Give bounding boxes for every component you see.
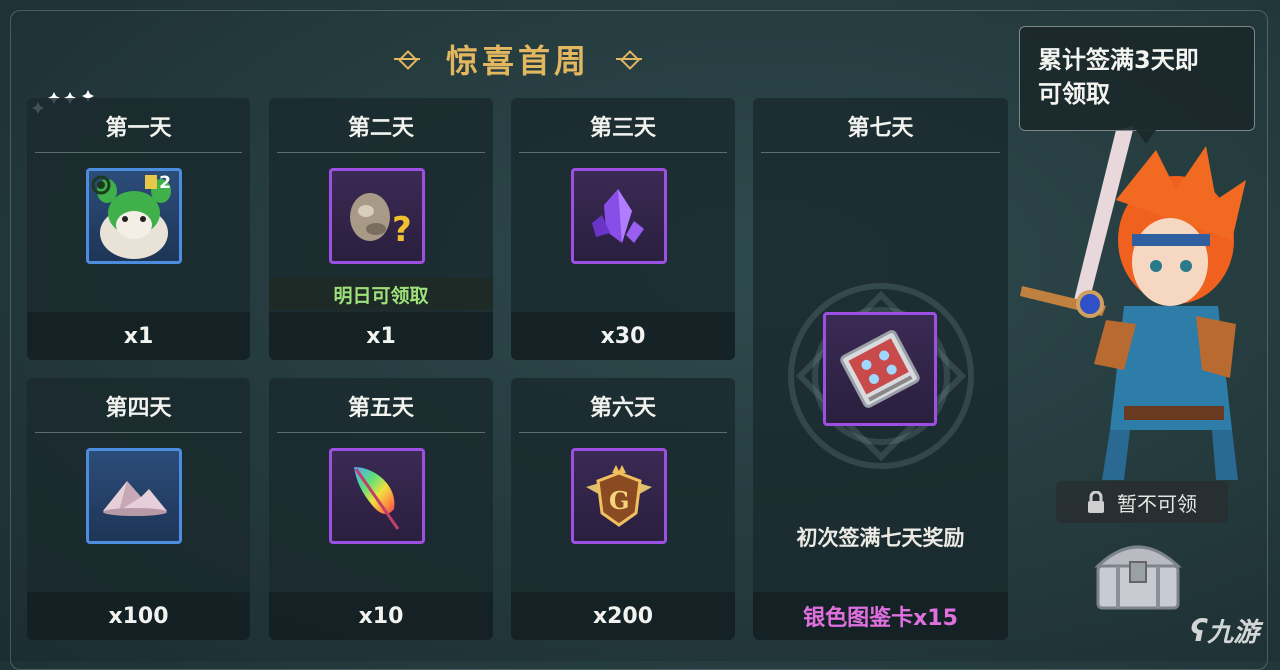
- reward-item-slot[interactable]: [329, 448, 425, 544]
- lock-icon: [1088, 491, 1104, 513]
- reward-item-slot[interactable]: ?: [329, 168, 425, 264]
- site-watermark: ʕ九游: [1190, 612, 1259, 649]
- title-ornament-left-icon: [393, 52, 420, 66]
- reward-item-slot[interactable]: [571, 168, 667, 264]
- svg-text:?: ?: [392, 210, 412, 250]
- divider: [277, 432, 485, 433]
- item-level-badge: 2: [159, 173, 171, 193]
- hero-character-illustration: [1020, 126, 1246, 480]
- reward-quantity: x1: [269, 312, 493, 360]
- powder-pile-icon: [103, 481, 167, 516]
- day-card-2[interactable]: 第二天 ? 明日可领取 x1: [269, 98, 493, 360]
- day-card-1[interactable]: 第一天 2 x1: [27, 98, 250, 360]
- reward-item-slot[interactable]: 2: [86, 168, 182, 264]
- divider: [761, 152, 1000, 153]
- reward-quantity: x30: [511, 312, 735, 360]
- day-card-4[interactable]: 第四天 x100: [27, 378, 250, 640]
- day-title: 第三天: [589, 116, 656, 141]
- tooltip-line-2: 可领取: [1038, 80, 1110, 108]
- divider: [35, 432, 242, 433]
- claim-chest-button[interactable]: 暂不可领: [1056, 481, 1228, 523]
- watermark-logo-icon: ʕ: [1190, 614, 1208, 649]
- purple-crystal-icon: [592, 189, 644, 243]
- divider: [35, 152, 242, 153]
- day-title: 第五天: [347, 396, 414, 421]
- mystery-ore-icon: ?: [350, 193, 412, 250]
- tooltip-line-1: 累计签满3天即: [1038, 46, 1199, 74]
- title-ornament-right-icon: [616, 52, 642, 66]
- reward-quantity: x1: [27, 312, 250, 360]
- reward-quantity: 银色图鉴卡x15: [753, 592, 1008, 640]
- day-card-5[interactable]: 第五天 x10: [269, 378, 493, 640]
- watermark-text: 九游: [1207, 618, 1260, 648]
- claim-chest-label: 暂不可领: [1117, 491, 1197, 516]
- reward-quantity: x100: [27, 592, 250, 640]
- divider: [519, 432, 727, 433]
- day-title: 第一天: [105, 116, 172, 141]
- silver-collection-card-icon: [840, 330, 920, 408]
- progress-tooltip: 累计签满3天即 可领取: [1019, 26, 1255, 144]
- day-title: 第四天: [105, 396, 172, 421]
- header: 惊喜首周: [388, 36, 648, 82]
- svg-text:G: G: [609, 486, 630, 515]
- reward-quantity: x10: [269, 592, 493, 640]
- divider: [277, 152, 485, 153]
- reward-description: 初次签满七天奖励: [796, 526, 965, 550]
- claim-status-label: 明日可领取: [269, 278, 493, 310]
- day-title: 第六天: [589, 396, 656, 421]
- treasure-chest-icon[interactable]: [1088, 532, 1188, 612]
- day-card-3[interactable]: 第三天 x30: [511, 98, 735, 360]
- reward-quantity: x200: [511, 592, 735, 640]
- reward-item-slot[interactable]: [86, 448, 182, 544]
- divider: [519, 152, 727, 153]
- reward-item-slot[interactable]: [823, 312, 937, 426]
- reward-item-slot[interactable]: G: [571, 448, 667, 544]
- page-title: 惊喜首周: [445, 42, 590, 80]
- day-title: 第七天: [847, 116, 914, 141]
- rainbow-feather-icon: [354, 467, 400, 530]
- day-card-6[interactable]: 第六天 G x200: [511, 378, 735, 640]
- gold-g-badge-icon: G: [586, 465, 652, 527]
- day-card-7[interactable]: 第七天 初次签满七天奖励 银色图鉴卡x15: [753, 98, 1008, 640]
- day-title: 第二天: [347, 116, 414, 141]
